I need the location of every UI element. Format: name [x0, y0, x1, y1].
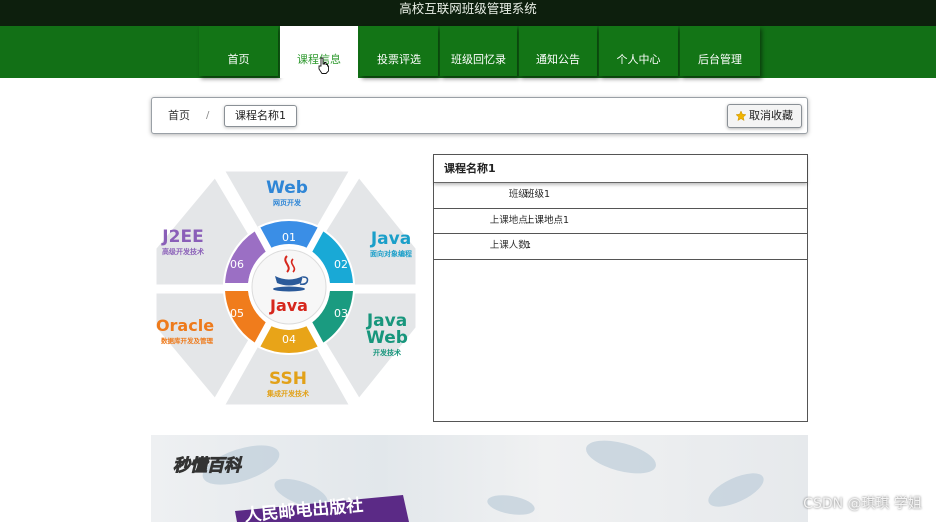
publisher-ribbon: 人民邮电出版社 [235, 495, 409, 522]
label-ssh-sub: 集成开发技术 [266, 389, 309, 398]
breadcrumb-home-link[interactable]: 首页 [168, 98, 190, 134]
nav-item-admin[interactable]: 后台管理 [680, 26, 760, 76]
star-icon [735, 110, 747, 122]
breadcrumb-current: 课程名称1 [224, 105, 297, 127]
nav-item-vote[interactable]: 投票评选 [360, 26, 438, 76]
course-info-row: 班级: 班级1 [434, 183, 807, 209]
label-java-title: Java [370, 229, 411, 249]
baike-logo: 秒懂百科 [173, 456, 243, 476]
label-j2ee-title: J2EE [161, 227, 203, 247]
nav-item-personal-center[interactable]: 个人中心 [599, 26, 678, 76]
course-info-row: 上课地点: 上课地点1 [434, 209, 807, 234]
segment-05-number: 05 [230, 307, 244, 320]
csdn-watermark: CSDN @琪琪 学姐 [803, 496, 922, 512]
cancel-favorite-label: 取消收藏 [749, 109, 793, 122]
hand-cursor-icon [318, 57, 329, 74]
label-ssh-title: SSH [269, 369, 307, 389]
segment-03-number: 03 [334, 307, 348, 320]
course-info-value: 1 [525, 240, 532, 251]
label-oracle-sub: 数据库开发及管理 [161, 336, 214, 345]
course-info-value: 班级1 [525, 189, 551, 200]
course-info-value: 上课地点1 [525, 214, 570, 226]
course-info-title: 课程名称1 [434, 155, 807, 183]
label-web-sub: 网页开发 [273, 198, 302, 207]
main-nav: 首页 课程信息 投票评选 班级回忆录 通知公告 个人中心 后台管理 [0, 26, 936, 78]
course-info-row: 上课人数: 1 [434, 234, 807, 260]
segment-01-number: 01 [282, 231, 296, 244]
nav-item-class-memories[interactable]: 班级回忆录 [440, 26, 517, 76]
course-info-panel: 课程名称1 班级: 班级1 上课地点: 上课地点1 上课人数: 1 [433, 154, 808, 422]
nav-item-home[interactable]: 首页 [199, 26, 278, 76]
label-javaweb-title2: Web [366, 328, 408, 348]
label-j2ee-sub: 高级开发技术 [162, 247, 204, 256]
segment-06-number: 06 [230, 258, 244, 271]
label-java-sub: 面向对象编程 [370, 249, 412, 258]
label-oracle-title: Oracle [156, 316, 214, 335]
title-bar: 高校互联网班级管理系统 [0, 0, 936, 26]
breadcrumb: 首页 / 课程名称1 取消收藏 [151, 97, 808, 134]
breadcrumb-separator: / [206, 110, 210, 121]
segment-02-number: 02 [334, 258, 348, 271]
nav-item-notices[interactable]: 通知公告 [519, 26, 597, 76]
app-title: 高校互联网班级管理系统 [399, 1, 537, 16]
java-logo-text: Java [269, 296, 308, 315]
segment-04-number: 04 [282, 333, 296, 346]
cancel-favorite-button[interactable]: 取消收藏 [727, 104, 802, 128]
course-image: 01 02 03 04 05 06 Java Web 网页开发 Java 面向对… [153, 168, 419, 408]
label-javaweb-sub: 开发技术 [373, 348, 401, 357]
label-web-title: Web [266, 178, 308, 198]
promo-banner: 秒懂百科 人民邮电出版社 [151, 435, 808, 522]
